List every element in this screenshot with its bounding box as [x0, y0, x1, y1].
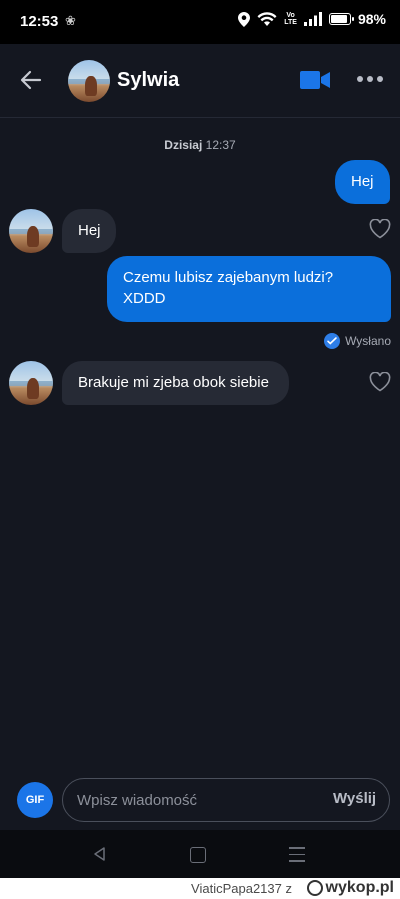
watermark-logo: wykop.pl — [306, 879, 394, 897]
status-bar: 12:53 ❀ Vo LTE 98% — [0, 0, 400, 44]
phone-screen: 12:53 ❀ Vo LTE 98% Sylwia Dzisiaj 12:37 … — [0, 0, 400, 878]
heart-icon — [369, 218, 391, 239]
like-button[interactable] — [369, 371, 391, 392]
watermark-user: ViaticPapa2137 z — [191, 881, 292, 896]
video-call-button[interactable] — [299, 69, 331, 91]
more-options-button[interactable] — [357, 76, 383, 84]
incoming-message[interactable]: Brakuje mi zjeba obok siebie — [62, 361, 289, 405]
date-time: 12:37 — [205, 138, 236, 152]
contact-message-avatar[interactable] — [9, 361, 53, 405]
dot-icon — [377, 76, 383, 82]
send-button[interactable]: Wyślij — [333, 790, 376, 807]
sent-status-text: Wysłano — [345, 334, 391, 348]
chat-header: Sylwia — [0, 44, 400, 118]
back-button[interactable] — [14, 64, 50, 96]
incoming-message[interactable]: Hej — [62, 209, 116, 253]
dot-icon — [367, 76, 373, 82]
gif-button[interactable]: GIF — [17, 782, 53, 818]
video-camera-icon — [300, 71, 330, 89]
watermark-site: wykop.pl — [325, 879, 394, 896]
outgoing-message[interactable]: Czemu lubisz zajebanym ludzi? XDDD — [107, 256, 391, 322]
battery-fill — [330, 15, 347, 23]
like-button[interactable] — [369, 218, 391, 239]
notification-icon: ❀ — [65, 13, 76, 28]
battery-icon — [328, 13, 354, 25]
date-separator: Dzisiaj 12:37 — [0, 138, 400, 152]
message-composer: GIF Wyślij — [0, 774, 400, 830]
volte-indicator: Vo LTE — [284, 12, 297, 26]
contact-avatar[interactable] — [68, 60, 110, 102]
contact-message-avatar[interactable] — [9, 209, 53, 253]
status-time: 12:53 — [20, 13, 59, 30]
contact-name[interactable]: Sylwia — [117, 69, 179, 92]
nav-recents-icon[interactable] — [289, 847, 305, 867]
sent-status: Wysłano — [324, 333, 391, 349]
dot-icon — [357, 76, 363, 82]
nav-back-icon[interactable] — [92, 846, 106, 862]
location-icon — [238, 11, 251, 27]
outgoing-message[interactable]: Hej — [335, 160, 390, 204]
battery-percent: 98% — [357, 11, 386, 27]
watermark: ViaticPapa2137 z wykop.pl — [0, 878, 400, 899]
wykop-logo-icon — [306, 880, 323, 896]
nav-home-icon[interactable] — [190, 847, 206, 863]
heart-icon — [369, 371, 391, 392]
sent-check-icon — [324, 333, 341, 349]
message-list[interactable]: Dzisiaj 12:37 Hej Hej Czemu lubisz zajeb… — [0, 118, 400, 774]
signal-icon — [303, 12, 322, 26]
system-nav-bar — [0, 830, 400, 878]
date-label: Dzisiaj — [164, 138, 203, 152]
arrow-left-icon — [20, 70, 42, 90]
status-indicators: Vo LTE 98% — [238, 11, 386, 27]
wifi-icon — [257, 11, 277, 26]
